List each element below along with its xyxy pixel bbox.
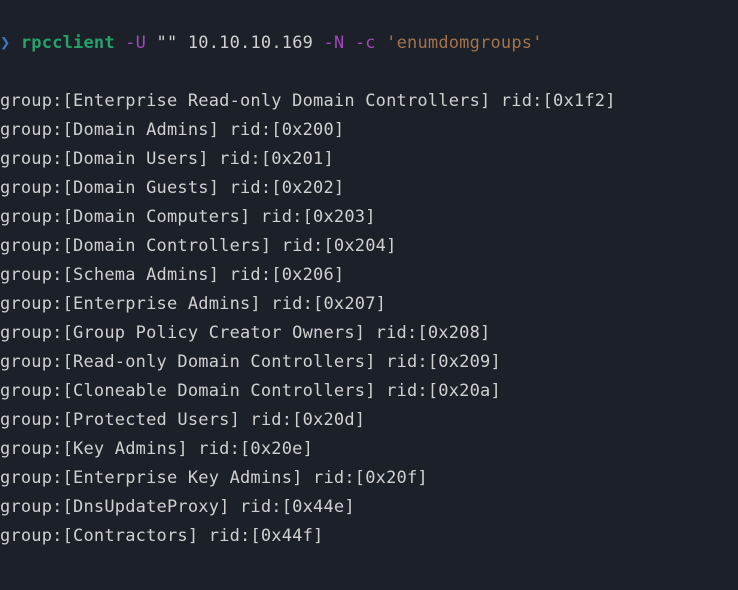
group-line: group:[Domain Admins] rid:[0x200] bbox=[0, 116, 738, 145]
group-line: group:[Domain Users] rid:[0x201] bbox=[0, 145, 738, 174]
group-line: group:[Key Admins] rid:[0x20e] bbox=[0, 435, 738, 464]
blank-line bbox=[0, 580, 738, 590]
group-line: group:[Protected Users] rid:[0x20d] bbox=[0, 406, 738, 435]
option-c: -c bbox=[355, 33, 376, 53]
group-line: group:[Read-only Domain Controllers] rid… bbox=[0, 348, 738, 377]
group-line: group:[Enterprise Admins] rid:[0x207] bbox=[0, 290, 738, 319]
arg-user: "" bbox=[157, 33, 178, 53]
group-line: group:[DnsUpdateProxy] rid:[0x44e] bbox=[0, 493, 738, 522]
prompt-icon: ❯ bbox=[0, 33, 10, 53]
arg-host: 10.10.10.169 bbox=[188, 33, 313, 53]
group-line: group:[Schema Admins] rid:[0x206] bbox=[0, 261, 738, 290]
group-line: group:[Domain Guests] rid:[0x202] bbox=[0, 174, 738, 203]
group-line: group:[Contractors] rid:[0x44f] bbox=[0, 522, 738, 551]
command-line-1[interactable]: ❯ rpcclient -U "" 10.10.10.169 -N -c 'en… bbox=[0, 29, 738, 58]
group-line: group:[Domain Controllers] rid:[0x204] bbox=[0, 232, 738, 261]
group-line: group:[Group Policy Creator Owners] rid:… bbox=[0, 319, 738, 348]
command-name: rpcclient bbox=[21, 33, 115, 53]
group-line: group:[Enterprise Key Admins] rid:[0x20f… bbox=[0, 464, 738, 493]
option-n: -N bbox=[324, 33, 345, 53]
terminal-output: ❯ rpcclient -U "" 10.10.10.169 -N -c 'en… bbox=[0, 0, 738, 590]
group-line: group:[Enterprise Read-only Domain Contr… bbox=[0, 87, 738, 116]
arg-command: 'enumdomgroups' bbox=[386, 33, 543, 53]
option-u: -U bbox=[125, 33, 146, 53]
group-line: group:[Domain Computers] rid:[0x203] bbox=[0, 203, 738, 232]
group-line: group:[Cloneable Domain Controllers] rid… bbox=[0, 377, 738, 406]
